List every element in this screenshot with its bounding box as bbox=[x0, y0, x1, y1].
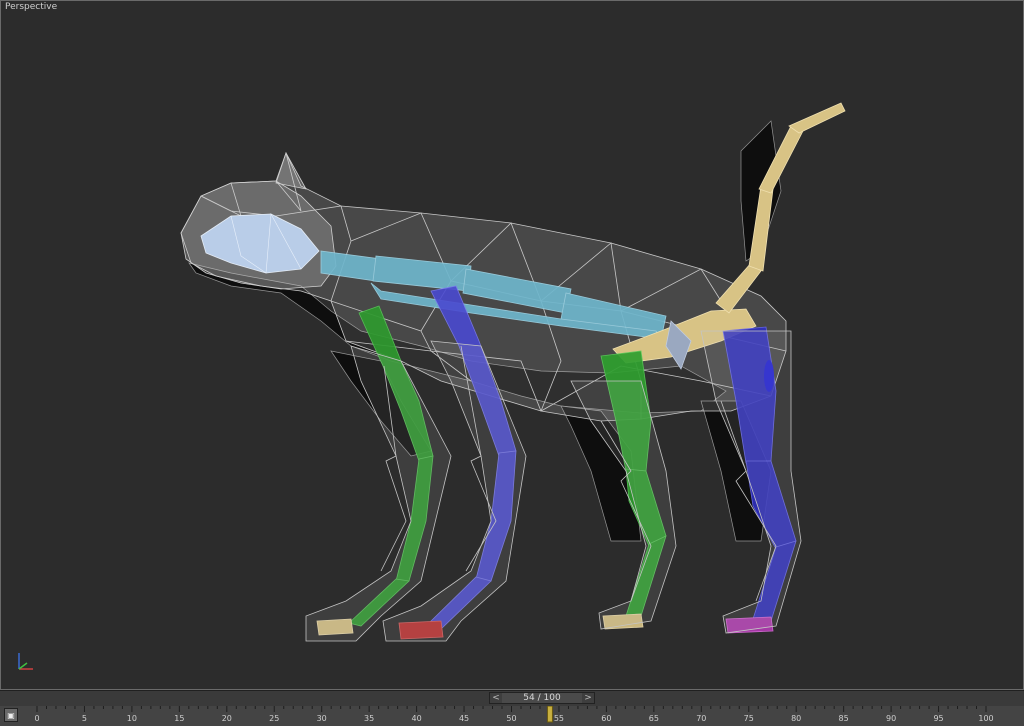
viewport-label[interactable]: Perspective bbox=[5, 2, 57, 12]
time-slider-bar: < 54 / 100 > 0 5 10 15 20 25 30 35 40 45 50 55 60 65 7… bbox=[0, 690, 1024, 726]
tick-label: 80 bbox=[791, 714, 801, 723]
tick-label: 45 bbox=[459, 714, 469, 723]
tick-label: 30 bbox=[317, 714, 327, 723]
next-frame-button[interactable]: > bbox=[581, 693, 594, 703]
tick-label: 70 bbox=[696, 714, 706, 723]
tick-label: 20 bbox=[222, 714, 232, 723]
tick-label: 35 bbox=[364, 714, 374, 723]
axis-tripod-icon bbox=[18, 653, 33, 670]
tick-label: 60 bbox=[601, 714, 611, 723]
current-frame-marker[interactable] bbox=[546, 706, 553, 723]
perspective-viewport[interactable]: Perspective bbox=[0, 0, 1024, 690]
track-bar[interactable]: 0 5 10 15 20 25 30 35 40 45 50 55 60 65 70 75 80 85 90 95 10… bbox=[0, 706, 1024, 726]
frame-readout: 54 / 100 bbox=[523, 693, 561, 703]
tick-label: 50 bbox=[506, 714, 516, 723]
tick-label: 5 bbox=[82, 714, 87, 723]
time-config-button[interactable]: ▣ bbox=[4, 708, 18, 722]
cat-rig-scene[interactable] bbox=[1, 1, 1023, 689]
tick-label: 15 bbox=[174, 714, 184, 723]
tick-label: 95 bbox=[933, 714, 943, 723]
tick-label: 100 bbox=[978, 714, 993, 723]
tick-label: 40 bbox=[412, 714, 422, 723]
time-slider[interactable]: < 54 / 100 > bbox=[489, 692, 595, 704]
tick-label: 85 bbox=[839, 714, 849, 723]
tick-label: 65 bbox=[649, 714, 659, 723]
previous-frame-button[interactable]: < bbox=[490, 693, 502, 703]
tick-label: 55 bbox=[554, 714, 564, 723]
tick-label: 75 bbox=[744, 714, 754, 723]
track-ruler: 0 5 10 15 20 25 30 35 40 45 50 55 60 65 70 75 80 85 90 95 10… bbox=[34, 706, 994, 723]
tick-label: 0 bbox=[34, 714, 39, 723]
tick-label: 25 bbox=[269, 714, 279, 723]
time-config-icon: ▣ bbox=[7, 710, 15, 720]
tick-label: 90 bbox=[886, 714, 896, 723]
cat-head bbox=[180, 152, 337, 290]
tick-label: 10 bbox=[127, 714, 137, 723]
